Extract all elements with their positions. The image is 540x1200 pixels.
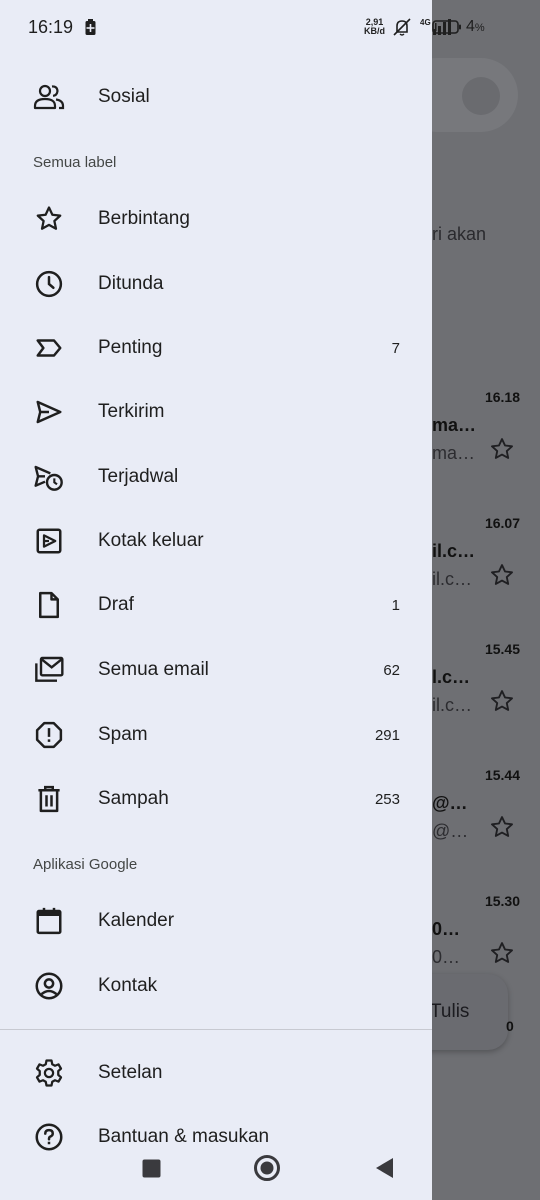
drawer-item-label: Penting	[98, 337, 163, 358]
star-icon	[491, 816, 513, 837]
email-sender: 0…	[432, 919, 461, 939]
background-partial-count: 0	[506, 1018, 514, 1034]
drawer-item-label: Kotak keluar	[98, 530, 204, 551]
system-nav-bar	[0, 1140, 432, 1200]
section-header-google-apps: Aplikasi Google	[33, 856, 138, 873]
email-sender: ma…	[432, 415, 477, 435]
drawer-item-kalender[interactable]: Kalender	[0, 889, 432, 953]
drawer-item-spam[interactable]: Spam 291	[0, 703, 432, 767]
home-circle-icon	[254, 1155, 280, 1181]
drawer-item-count: 1	[391, 596, 400, 614]
trash-icon	[33, 783, 65, 815]
email-time: 16.07	[484, 515, 520, 531]
drawer-item-label: Sampah	[98, 788, 169, 809]
drawer-item-semua-email[interactable]: Semua email 62	[0, 638, 432, 702]
send-icon	[33, 396, 65, 428]
email-time: 15.30	[484, 893, 520, 909]
drawer-item-label: Semua email	[98, 659, 209, 680]
email-time: 15.45	[484, 641, 520, 657]
drawer-item-label: Kontak	[98, 975, 158, 996]
navigation-drawer: 16:19 2,91 KB/d 4G Sosial Semua label Be…	[0, 0, 451, 1200]
drawer-item-sampah[interactable]: Sampah 253	[0, 767, 432, 831]
background-partial-text: ri akan	[432, 224, 487, 244]
clock-icon	[33, 268, 65, 300]
drawer-item-kotak-keluar[interactable]: Kotak keluar	[0, 509, 432, 573]
email-sender: l.c…	[432, 667, 471, 687]
signal-4g-icon: 4G	[420, 18, 451, 35]
people-icon	[33, 81, 65, 113]
drawer-item-draf[interactable]: Draf 1	[0, 573, 432, 637]
spam-icon	[33, 719, 65, 751]
drawer-item-label: Kalender	[98, 910, 175, 931]
drawer-item-terkirim[interactable]: Terkirim	[0, 380, 432, 444]
compose-label: Tulis	[430, 1001, 470, 1022]
star-icon	[491, 690, 513, 711]
email-time: 15.44	[484, 767, 520, 783]
contact-icon	[33, 970, 65, 1002]
drawer-item-label: Sosial	[98, 86, 150, 107]
email-snippet: ma…	[432, 443, 476, 463]
drawer-item-count: 62	[383, 661, 400, 679]
drawer-item-label: Draf	[98, 594, 134, 615]
drawer-item-berbintang[interactable]: Berbintang	[0, 187, 432, 251]
drawer-item-setelan[interactable]: Setelan	[0, 1041, 432, 1105]
calendar-icon	[33, 905, 65, 937]
drawer-item-kontak[interactable]: Kontak	[0, 954, 432, 1018]
star-icon	[491, 564, 513, 585]
drawer-item-sosial[interactable]: Sosial	[0, 65, 432, 129]
email-snippet: il.c…	[432, 569, 472, 589]
svg-text:4G: 4G	[420, 18, 431, 27]
draft-icon	[33, 589, 65, 621]
status-bar: 16:19 2,91 KB/d 4G	[0, 0, 451, 56]
drawer-item-count: 253	[374, 790, 400, 808]
email-snippet: il.c…	[432, 695, 472, 715]
back-triangle-icon	[376, 1158, 393, 1178]
all-mail-icon	[33, 654, 65, 686]
drawer-item-label: Spam	[98, 724, 148, 745]
star-icon	[491, 942, 513, 963]
email-sender: il.c…	[432, 541, 476, 561]
drawer-item-label: Terkirim	[98, 401, 165, 422]
email-time: 16.18	[484, 389, 520, 405]
star-icon	[491, 438, 513, 459]
drawer-item-label: Setelan	[98, 1062, 163, 1083]
square-icon	[142, 1159, 160, 1177]
email-snippet: @…	[432, 821, 469, 841]
mute-icon	[393, 18, 411, 36]
background-avatar	[462, 77, 500, 115]
status-time: 16:19	[28, 17, 74, 37]
battery-saver-icon	[85, 19, 96, 35]
drawer-item-count: 7	[391, 339, 400, 357]
star-icon	[33, 203, 65, 235]
status-icons: 2,91 KB/d 4G	[364, 14, 455, 40]
gear-icon	[33, 1057, 65, 1089]
email-sender: @…	[432, 793, 468, 813]
drawer-item-ditunda[interactable]: Ditunda	[0, 252, 432, 316]
drawer-item-label: Berbintang	[98, 208, 190, 229]
scheduled-send-icon	[33, 461, 65, 493]
section-header-all-labels: Semua label	[33, 154, 117, 171]
drawer-item-penting[interactable]: Penting 7	[0, 316, 432, 380]
back-button[interactable]	[373, 1157, 395, 1179]
battery-percent: 4%	[466, 18, 485, 35]
network-speed: 2,91 KB/d	[364, 17, 385, 36]
email-snippet: 0…	[432, 947, 461, 967]
recents-button[interactable]	[141, 1158, 161, 1178]
drawer-divider	[0, 1029, 432, 1030]
drawer-item-label: Terjadwal	[98, 466, 179, 487]
home-button[interactable]	[253, 1154, 281, 1182]
important-icon	[33, 332, 65, 364]
drawer-item-count: 291	[374, 726, 400, 744]
outbox-icon	[33, 525, 65, 557]
drawer-item-terjadwal[interactable]: Terjadwal	[0, 445, 432, 509]
drawer-item-label: Ditunda	[98, 273, 164, 294]
